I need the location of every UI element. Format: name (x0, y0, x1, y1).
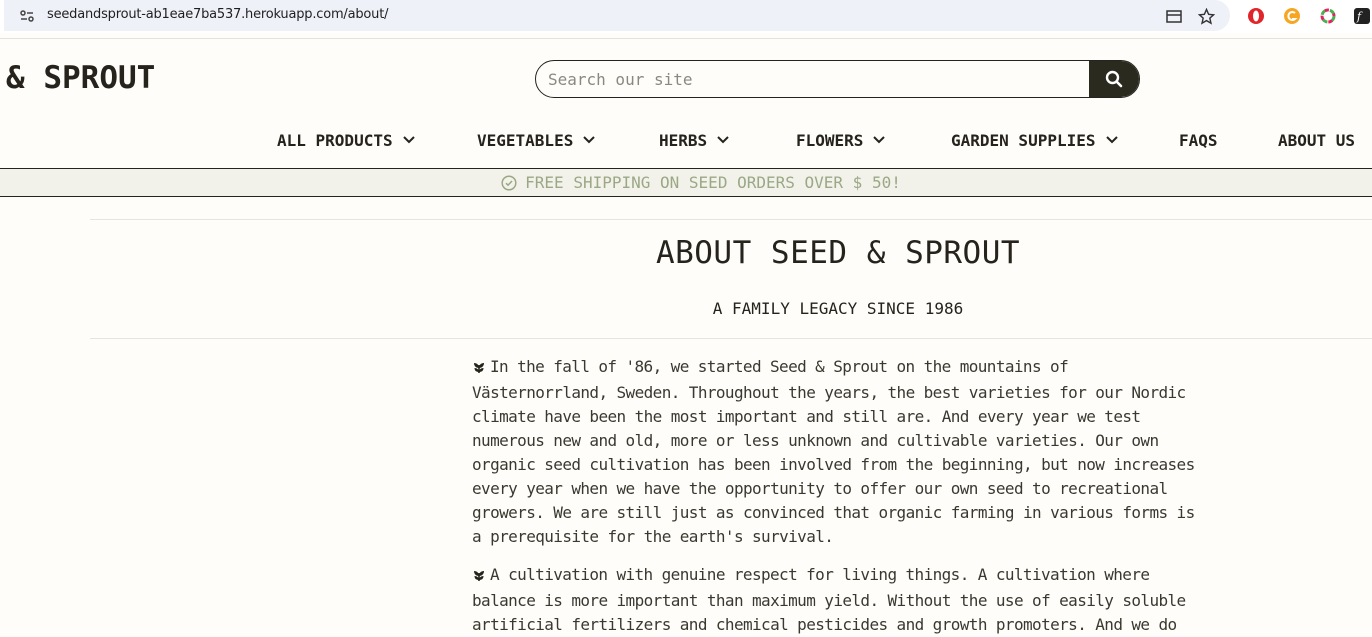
nav-item-label: FLOWERS (796, 130, 864, 150)
about-paragraph-text: In the fall of '86, we started Seed & Sp… (472, 357, 1195, 546)
card-icon[interactable] (1164, 6, 1184, 26)
browser-toolbar: seedandsprout-ab1eae7ba537.herokuapp.com… (0, 0, 1372, 33)
nav-item-all-products[interactable]: ALL PRODUCTS (277, 126, 415, 154)
sprout-icon (472, 357, 486, 381)
grammarly-icon[interactable] (1282, 6, 1302, 26)
chevron-down-icon (717, 136, 729, 144)
nav-item-label: GARDEN SUPPLIES (951, 130, 1096, 150)
search-button[interactable] (1089, 61, 1139, 97)
divider (90, 338, 1372, 339)
chevron-down-icon (583, 136, 596, 144)
page-subtitle: A FAMILY LEGACY SINCE 1986 (712, 299, 964, 318)
nav-item-faqs[interactable]: FAQS (1179, 126, 1218, 154)
url-text[interactable]: seedandsprout-ab1eae7ba537.herokuapp.com… (47, 7, 388, 22)
nav-item-garden-supplies[interactable]: GARDEN SUPPLIES (951, 126, 1118, 154)
search-form (535, 60, 1140, 98)
shipping-banner-text: FREE SHIPPING ON SEED ORDERS OVER $ 50! (525, 173, 901, 192)
nav-item-label: FAQS (1179, 130, 1218, 150)
chevron-down-icon (402, 136, 415, 144)
chevron-down-icon (1105, 136, 1118, 144)
star-icon[interactable] (1196, 6, 1216, 26)
sprout-icon (472, 565, 486, 589)
about-paragraph: In the fall of '86, we started Seed & Sp… (472, 355, 1202, 549)
address-bar[interactable]: seedandsprout-ab1eae7ba537.herokuapp.com… (4, 0, 1230, 31)
nav-item-flowers[interactable]: FLOWERS (796, 126, 886, 154)
check-circle-icon (501, 174, 517, 191)
nav-item-label: VEGETABLES (477, 130, 574, 150)
main-nav: ALL PRODUCTS VEGETABLES HERBS FLOWERS GA… (0, 126, 1372, 154)
colorful-extension-icon[interactable] (1318, 6, 1338, 26)
toolbar-divider (0, 38, 1372, 39)
nav-item-vegetables[interactable]: VEGETABLES (477, 126, 596, 154)
nav-item-about-us[interactable]: ABOUT US (1278, 126, 1355, 154)
divider (90, 219, 1372, 220)
chevron-down-icon (873, 136, 886, 144)
about-paragraph-text: A cultivation with genuine respect for l… (472, 565, 1186, 634)
nav-item-label: ABOUT US (1278, 130, 1356, 150)
search-input[interactable] (536, 61, 1091, 97)
opera-icon[interactable] (1246, 6, 1266, 26)
nav-item-label: ALL PRODUCTS (277, 130, 393, 150)
site-logo[interactable]: & SPROUT (6, 60, 155, 96)
about-paragraph: A cultivation with genuine respect for l… (472, 563, 1202, 637)
site-info-icon[interactable] (18, 7, 36, 25)
search-icon (1105, 70, 1123, 88)
nav-item-herbs[interactable]: HERBS (659, 126, 729, 154)
fonts-extension-icon[interactable]: f (1352, 6, 1372, 26)
shipping-banner: FREE SHIPPING ON SEED ORDERS OVER $ 50! (0, 169, 1372, 197)
nav-item-label: HERBS (659, 130, 708, 150)
page-title: ABOUT SEED & SPROUT (655, 235, 1021, 271)
